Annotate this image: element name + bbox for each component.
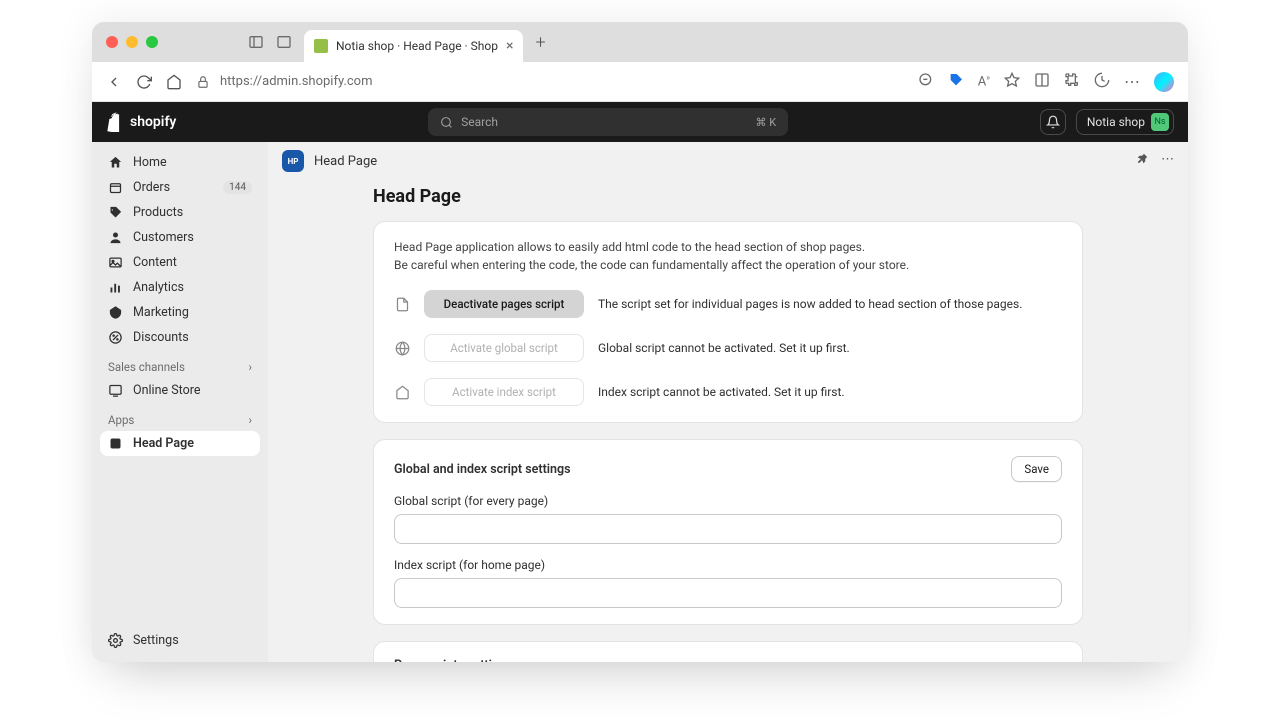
sidebar-item-orders[interactable]: Orders 144 (100, 175, 260, 200)
sidebar-item-products[interactable]: Products (100, 200, 260, 225)
search-shortcut: ⌘ K (755, 116, 776, 129)
close-tab-icon[interactable]: × (506, 38, 513, 54)
sidebar-item-marketing[interactable]: Marketing (100, 300, 260, 325)
intro-text-2: Be careful when entering the code, the c… (394, 256, 1062, 274)
sidebar-item-settings[interactable]: Settings (100, 627, 260, 654)
sidebar-item-head-page[interactable]: Head Page (100, 431, 260, 456)
overflow-menu-icon[interactable]: ⋯ (1124, 72, 1140, 91)
url-bar: https://admin.shopify.com A» ⋯ (92, 62, 1188, 102)
app-header: HP Head Page ⋯ (268, 142, 1188, 180)
global-script-label: Global script (for every page) (394, 494, 1062, 508)
page-scripts-title: Page scripts settings (394, 658, 1062, 662)
notifications-button[interactable] (1040, 109, 1066, 135)
sidebar-item-content[interactable]: Content (100, 250, 260, 275)
sidebar-item-label: Marketing (133, 305, 189, 320)
sidebar-item-customers[interactable]: Customers (100, 225, 260, 250)
back-button[interactable] (106, 74, 122, 90)
row-description: The script set for individual pages is n… (598, 297, 1022, 311)
home-icon (394, 385, 410, 400)
search-placeholder: Search (461, 115, 498, 129)
tab-title: Notia shop · Head Page · Shop (336, 39, 498, 53)
sidebar-item-analytics[interactable]: Analytics (100, 275, 260, 300)
page-title: Head Page (373, 186, 1083, 207)
activate-index-script-button: Activate index script (424, 378, 584, 406)
globe-icon (394, 341, 410, 356)
sidebar-item-label: Customers (133, 230, 194, 245)
collections-icon[interactable] (1034, 72, 1050, 92)
sidebar: Home Orders 144 Products Customers Conten… (92, 142, 268, 662)
shopping-tag-icon[interactable] (948, 72, 964, 92)
search-box[interactable]: Search ⌘ K (428, 108, 788, 136)
page-scripts-card: Page scripts settings Page scripts are n… (373, 641, 1083, 662)
brand-text: shopify (130, 114, 176, 130)
script-row-global: Activate global script Global script can… (394, 334, 1062, 362)
store-chip[interactable]: Notia shop Ns (1076, 109, 1174, 135)
orders-badge: 144 (223, 181, 252, 194)
script-row-index: Activate index script Index script canno… (394, 378, 1062, 406)
chevron-right-icon: › (249, 413, 252, 427)
browser-tab[interactable]: Notia shop · Head Page · Shop × (304, 30, 523, 62)
sidebar-item-label: Settings (133, 633, 179, 648)
sidebar-item-label: Online Store (133, 383, 200, 398)
settings-card: Global and index script settings Save Gl… (373, 439, 1083, 625)
lock-icon (196, 75, 210, 89)
zoom-icon[interactable] (918, 72, 934, 92)
performance-icon[interactable] (1094, 72, 1110, 92)
content-area: HP Head Page ⋯ Head Page Head Page appli… (268, 142, 1188, 662)
sidebar-item-label: Orders (133, 180, 170, 195)
store-name: Notia shop (1087, 115, 1145, 129)
shopify-logo[interactable]: shopify (106, 112, 176, 132)
sidebar-item-label: Home (133, 155, 167, 170)
home-button[interactable] (166, 74, 182, 90)
app-title: Head Page (314, 154, 377, 169)
chevron-right-icon: › (249, 360, 252, 374)
read-aloud-icon[interactable]: A» (978, 73, 990, 89)
browser-window: Notia shop · Head Page · Shop × + https:… (92, 22, 1188, 662)
favorite-icon[interactable] (1004, 72, 1020, 92)
url-text: https://admin.shopify.com (220, 74, 372, 89)
panel-icon[interactable] (276, 34, 292, 50)
app-icon: HP (282, 150, 304, 172)
sidebar-toggle-icon[interactable] (248, 34, 264, 50)
more-icon[interactable]: ⋯ (1161, 152, 1174, 171)
avatar: Ns (1151, 113, 1169, 131)
sidebar-item-home[interactable]: Home (100, 150, 260, 175)
pin-icon[interactable] (1134, 152, 1149, 171)
row-description: Global script cannot be activated. Set i… (598, 341, 850, 355)
sidebar-item-online-store[interactable]: Online Store (100, 378, 260, 403)
sidebar-item-label: Analytics (133, 280, 184, 295)
close-window-icon[interactable] (106, 36, 118, 48)
apps-section[interactable]: Apps› (100, 403, 260, 431)
deactivate-pages-script-button[interactable]: Deactivate pages script (424, 290, 584, 318)
shopify-top-bar: shopify Search ⌘ K Notia shop Ns (92, 102, 1188, 142)
refresh-button[interactable] (136, 74, 152, 90)
traffic-lights (106, 36, 158, 48)
index-script-input[interactable] (394, 578, 1062, 608)
index-script-label: Index script (for home page) (394, 558, 1062, 572)
mac-titlebar: Notia shop · Head Page · Shop × + (92, 22, 1188, 62)
new-tab-button[interactable]: + (535, 32, 545, 53)
maximize-window-icon[interactable] (146, 36, 158, 48)
settings-card-title: Global and index script settings (394, 462, 571, 477)
sidebar-item-label: Head Page (133, 436, 194, 451)
save-button[interactable]: Save (1011, 456, 1062, 482)
sales-channels-section[interactable]: Sales channels› (100, 350, 260, 378)
intro-text-1: Head Page application allows to easily a… (394, 238, 1062, 256)
sidebar-item-label: Products (133, 205, 183, 220)
url-input[interactable]: https://admin.shopify.com (196, 74, 904, 89)
shopify-favicon-icon (314, 39, 328, 53)
search-icon (440, 116, 453, 129)
activate-global-script-button: Activate global script (424, 334, 584, 362)
sidebar-item-discounts[interactable]: Discounts (100, 325, 260, 350)
copilot-icon[interactable] (1154, 72, 1174, 92)
script-row-pages: Deactivate pages script The script set f… (394, 290, 1062, 318)
global-script-input[interactable] (394, 514, 1062, 544)
intro-card: Head Page application allows to easily a… (373, 221, 1083, 423)
sidebar-item-label: Discounts (133, 330, 189, 345)
row-description: Index script cannot be activated. Set it… (598, 385, 845, 399)
page-icon (394, 297, 410, 312)
sidebar-item-label: Content (133, 255, 177, 270)
extensions-icon[interactable] (1064, 72, 1080, 92)
minimize-window-icon[interactable] (126, 36, 138, 48)
